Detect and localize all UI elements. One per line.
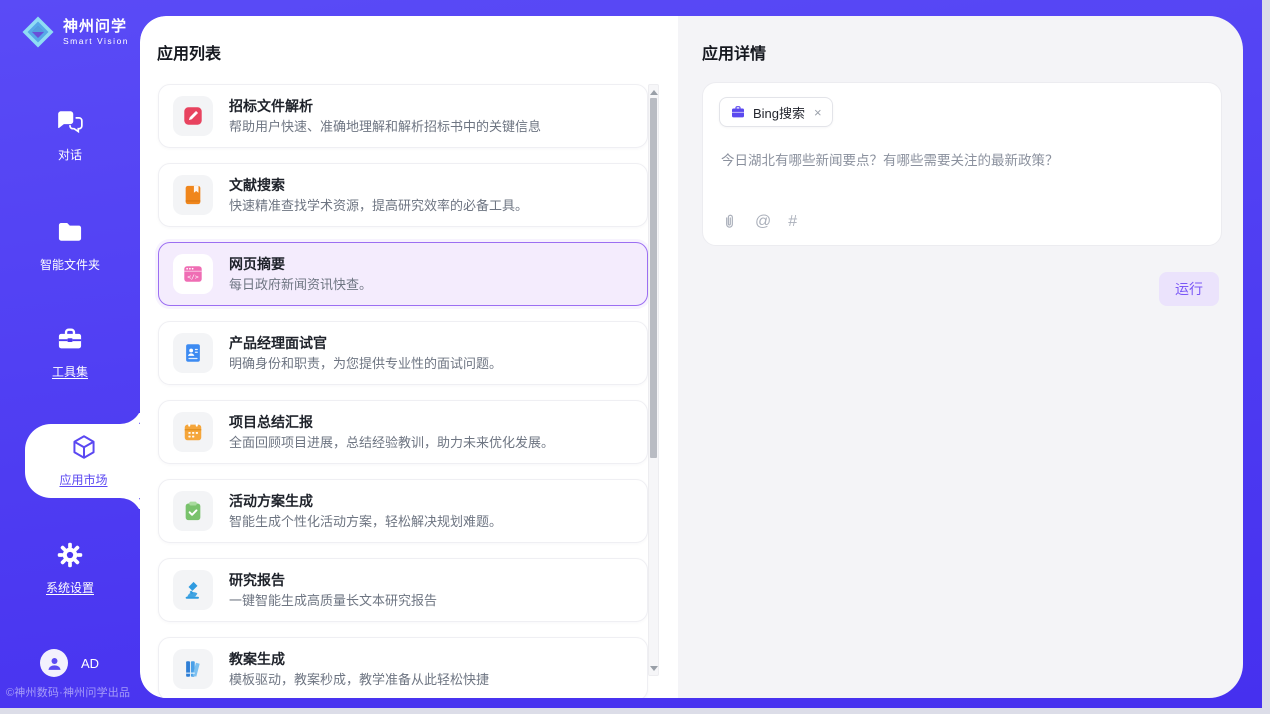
tool-tag-label: Bing搜索 [753,103,805,122]
sidebar-item-gear[interactable]: 系统设置 [0,541,140,596]
scrollbar-thumb[interactable] [650,98,657,458]
app-card[interactable]: 教案生成模板驱动，教案秒成，教学准备从此轻松快捷 [158,637,648,698]
app-card-desc: 明确身份和职责，为您提供专业性的面试问题。 [229,356,502,372]
tool-tag-close-icon[interactable]: × [814,105,822,120]
scrollbar[interactable] [648,84,659,676]
sidebar-item-toolbox[interactable]: 工具集 [0,325,140,380]
folder-icon [56,218,84,246]
app-card-text: 招标文件解析帮助用户快速、准确地理解和解析招标书中的关键信息 [229,97,541,135]
app-card-desc: 每日政府新闻资讯快查。 [229,277,372,293]
app-card-desc: 智能生成个性化活动方案，轻松解决规划难题。 [229,514,502,530]
calendar-icon [182,421,204,443]
user-initials: AD [81,656,99,671]
edit-doc-icon [182,105,204,127]
app-list-panel: 应用列表 招标文件解析帮助用户快速、准确地理解和解析招标书中的关键信息文献搜索快… [140,16,678,698]
app-card-text: 活动方案生成智能生成个性化活动方案，轻松解决规划难题。 [229,492,502,530]
app-card[interactable]: </> 网页摘要每日政府新闻资讯快查。 [158,242,648,306]
app-card-title: 招标文件解析 [229,97,541,115]
at-icon[interactable]: @ [755,214,771,230]
app-detail-panel: 应用详情 Bing搜索 × 今日湖北有哪些新闻要点？有哪些需要关注的最新政策？ [678,16,1243,698]
app-card-icon-box [173,649,213,689]
scrollbar-up-arrow[interactable] [649,87,658,97]
query-card[interactable]: Bing搜索 × 今日湖北有哪些新闻要点？有哪些需要关注的最新政策？ @ # [702,82,1222,246]
app-card-icon-box [173,175,213,215]
gear-icon [56,541,84,569]
person-icon [46,655,63,672]
app-list-title: 应用列表 [157,40,221,64]
clipboard-icon [182,500,204,522]
sidebar-item-label: 工具集 [0,363,140,380]
sidebar-item-label: 智能文件夹 [0,256,140,273]
app-card-icon-box [173,333,213,373]
app-card[interactable]: 研究报告一键智能生成高质量长文本研究报告 [158,558,648,622]
copyright-text: ©神州数码·神州问学出品 [6,684,140,700]
hash-icon[interactable]: # [788,214,797,230]
app-card-desc: 帮助用户快速、准确地理解和解析招标书中的关键信息 [229,119,541,135]
app-card-desc: 一键智能生成高质量长文本研究报告 [229,593,437,609]
sidebar-item-cube[interactable]: 应用市场 [25,424,142,498]
app-card-desc: 快速精准查找学术资源，提高研究效率的必备工具。 [229,198,528,214]
sidebar-item-folder[interactable]: 智能文件夹 [0,218,140,273]
app-card-title: 项目总结汇报 [229,413,554,431]
scrollbar-down-arrow[interactable] [649,663,658,673]
briefcase-icon [730,104,746,120]
app-detail-title: 应用详情 [702,40,766,64]
app-card[interactable]: 项目总结汇报全面回顾项目进展，总结经验教训，助力未来优化发展。 [158,400,648,464]
app-card-desc: 全面回顾项目进展，总结经验教训，助力未来优化发展。 [229,435,554,451]
toolbox-icon [56,325,84,353]
sidebar-item-label: 应用市场 [25,471,142,488]
attach-toolbar: @ # [721,213,797,230]
app-card-text: 研究报告一键智能生成高质量长文本研究报告 [229,571,437,609]
app-card-text: 产品经理面试官明确身份和职责，为您提供专业性的面试问题。 [229,334,502,372]
sidebar: 神州问学 Smart Vision 对话智能文件夹工具集应用市场系统设置 AD … [0,0,140,708]
svg-text:</>: </> [187,273,199,281]
query-text[interactable]: 今日湖北有哪些新闻要点？有哪些需要关注的最新政策？ [721,151,1201,170]
web-code-icon: </> [182,263,204,285]
app-card-list: 招标文件解析帮助用户快速、准确地理解和解析招标书中的关键信息文献搜索快速精准查找… [158,84,648,698]
app-card-text: 网页摘要每日政府新闻资讯快查。 [229,255,372,293]
app-card-desc: 模板驱动，教案秒成，教学准备从此轻松快捷 [229,672,489,688]
resume-icon [182,342,204,364]
app-card-title: 教案生成 [229,650,489,668]
content-area: 应用列表 招标文件解析帮助用户快速、准确地理解和解析招标书中的关键信息文献搜索快… [140,16,1243,698]
brand-logo: 神州问学 Smart Vision [20,14,129,50]
app-card-icon-box: </> [173,254,213,294]
app-card-title: 文献搜索 [229,176,528,194]
brand-diamond-icon [20,14,56,50]
sidebar-item-label: 对话 [0,146,140,163]
run-button[interactable]: 运行 [1159,272,1219,306]
avatar[interactable] [40,649,68,677]
app-card[interactable]: 产品经理面试官明确身份和职责，为您提供专业性的面试问题。 [158,321,648,385]
app-window: 神州问学 Smart Vision 对话智能文件夹工具集应用市场系统设置 AD … [0,0,1262,708]
app-card-title: 研究报告 [229,571,437,589]
app-card[interactable]: 文献搜索快速精准查找学术资源，提高研究效率的必备工具。 [158,163,648,227]
microscope-icon [182,579,204,601]
app-card-text: 教案生成模板驱动，教案秒成，教学准备从此轻松快捷 [229,650,489,688]
sidebar-item-label: 系统设置 [0,579,140,596]
paperclip-icon[interactable] [721,213,738,230]
app-card-icon-box [173,96,213,136]
book-icon [182,184,204,206]
app-card-title: 网页摘要 [229,255,372,273]
brand-name: 神州问学 [63,18,129,35]
app-card-text: 文献搜索快速精准查找学术资源，提高研究效率的必备工具。 [229,176,528,214]
user-row[interactable]: AD [40,649,99,677]
app-card-title: 产品经理面试官 [229,334,502,352]
books-icon [182,658,204,680]
cube-icon [70,433,98,461]
sidebar-item-chat[interactable]: 对话 [0,108,140,163]
app-card-icon-box [173,491,213,531]
app-card-icon-box [173,412,213,452]
brand-subtitle: Smart Vision [63,36,129,46]
tool-tag-bing-search[interactable]: Bing搜索 × [719,97,833,127]
app-card-text: 项目总结汇报全面回顾项目进展，总结经验教训，助力未来优化发展。 [229,413,554,451]
app-card-title: 活动方案生成 [229,492,502,510]
app-card[interactable]: 招标文件解析帮助用户快速、准确地理解和解析招标书中的关键信息 [158,84,648,148]
chat-icon [56,108,84,136]
app-card[interactable]: 活动方案生成智能生成个性化活动方案，轻松解决规划难题。 [158,479,648,543]
app-card-icon-box [173,570,213,610]
